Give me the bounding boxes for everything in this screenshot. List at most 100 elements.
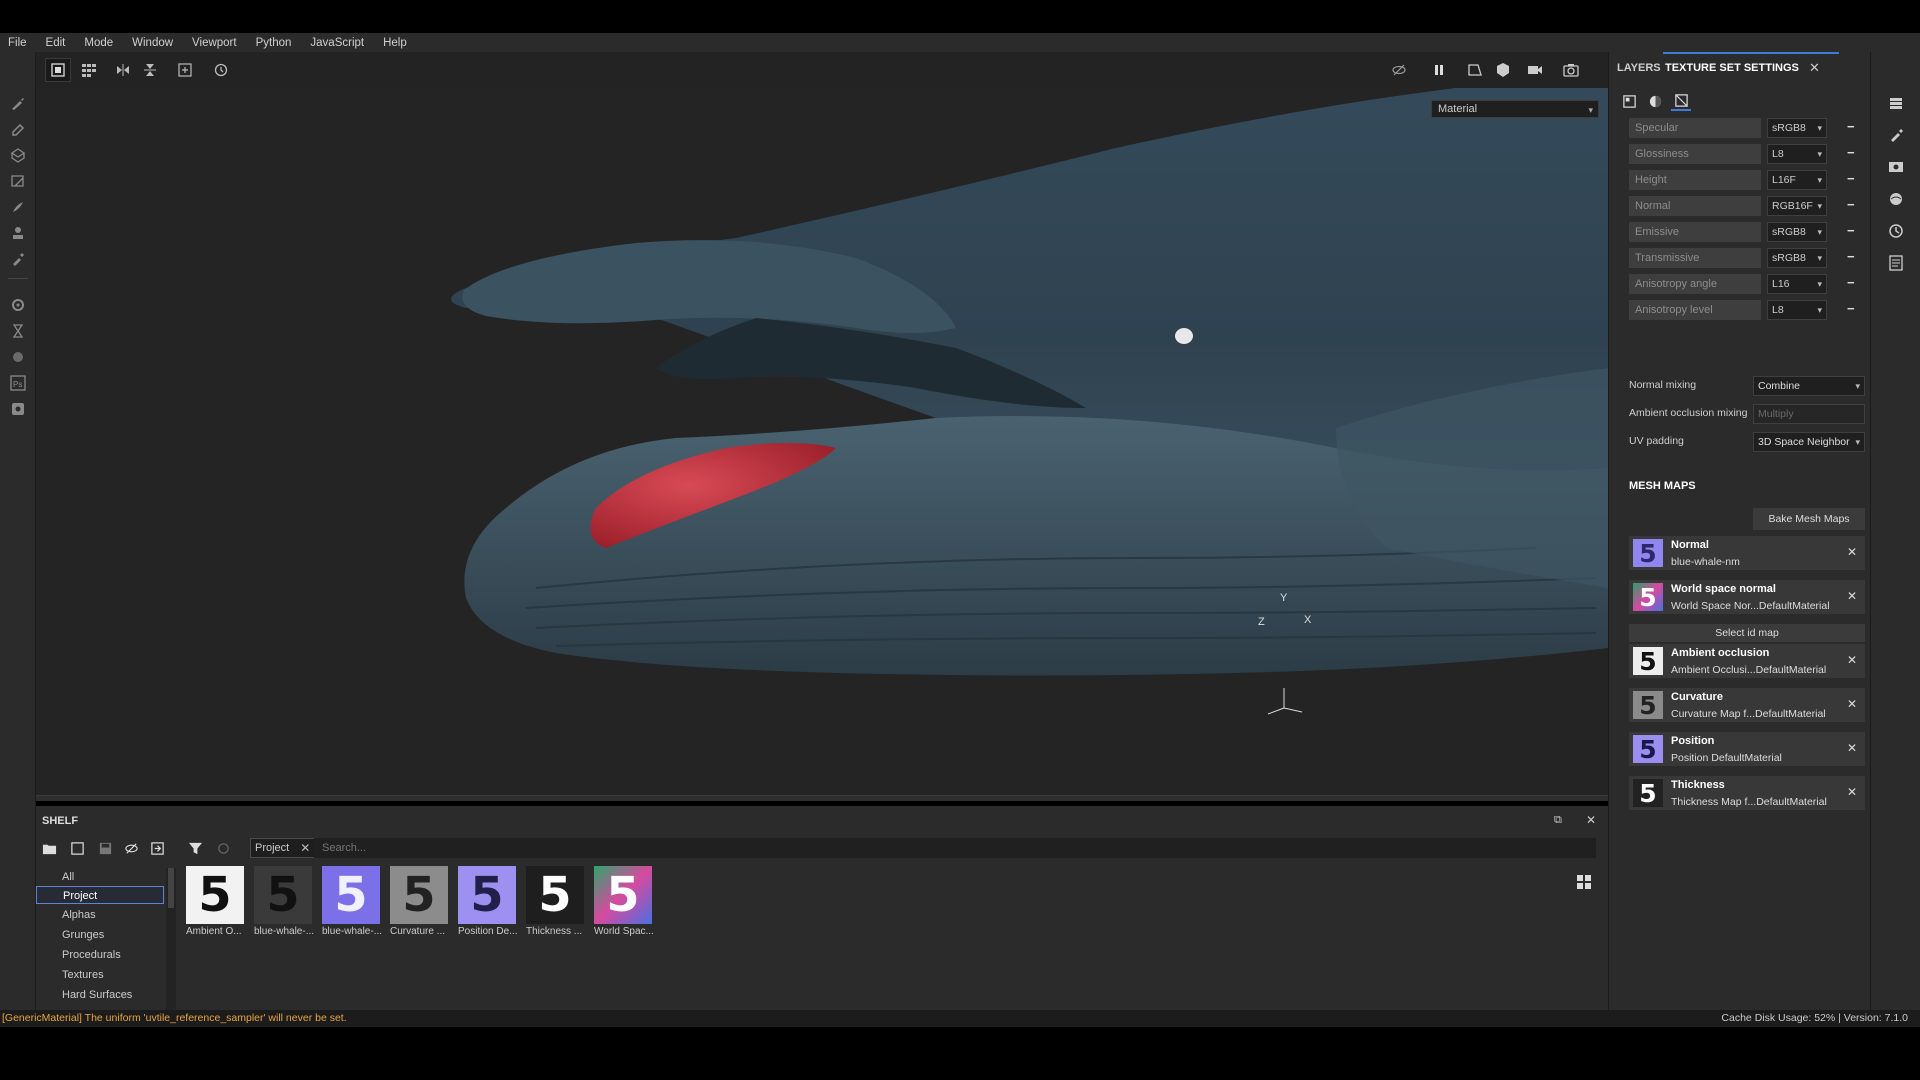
history-clock-icon[interactable] <box>1887 222 1905 240</box>
substance-icon[interactable] <box>9 348 27 366</box>
shelf-undock-icon[interactable]: ⧉ <box>1554 814 1562 827</box>
channel-format-select[interactable]: L8 ▾ <box>1767 300 1827 320</box>
filter-icon[interactable] <box>186 839 204 857</box>
normal-mixing-select[interactable]: Combine ▾ <box>1753 376 1865 396</box>
smudge-icon[interactable] <box>9 198 27 216</box>
refresh-icon[interactable] <box>214 839 232 857</box>
channel-format-select[interactable]: RGB16F ▾ <box>1767 196 1827 216</box>
hide-ui-icon[interactable] <box>1386 58 1412 82</box>
remove-map-icon[interactable]: ✕ <box>1847 741 1857 755</box>
uv-padding-select[interactable]: 3D Space Neighbor ▾ <box>1753 432 1865 452</box>
select-id-map-button[interactable]: Select id map <box>1629 624 1865 642</box>
folder-icon[interactable] <box>40 839 58 857</box>
category-textures[interactable]: Textures <box>36 966 164 984</box>
menu-window[interactable]: Window <box>132 37 173 49</box>
polygon-fill-icon[interactable] <box>9 172 27 190</box>
category-all[interactable]: All <box>36 868 164 886</box>
category-scrollbar[interactable] <box>166 868 176 1010</box>
remove-channel-button[interactable]: − <box>1847 222 1859 242</box>
eraser-icon[interactable] <box>9 120 27 138</box>
shelf-item[interactable]: 5 blue-whale-... <box>322 866 384 937</box>
remove-filter-icon[interactable]: ✕ <box>300 839 310 857</box>
grid-view-icon[interactable] <box>1576 874 1592 893</box>
layers-icon[interactable] <box>1887 94 1905 112</box>
paint-brush-icon[interactable] <box>9 94 27 112</box>
shelf-close-icon[interactable]: ✕ <box>1586 813 1596 827</box>
remove-channel-button[interactable]: − <box>1847 300 1859 320</box>
properties-brush-icon[interactable] <box>1887 126 1905 144</box>
channel-format-select[interactable]: L16 ▾ <box>1767 274 1827 294</box>
environment-icon[interactable] <box>1887 190 1905 208</box>
menu-mode[interactable]: Mode <box>84 37 113 49</box>
tab-texture-set-settings[interactable]: TEXTURE SET SETTINGS <box>1665 62 1799 74</box>
frame-selection-icon[interactable] <box>172 58 198 82</box>
tab-layers[interactable]: LAYERS <box>1617 62 1661 74</box>
material-mode-select[interactable]: Material ▾ <box>1431 100 1599 118</box>
remove-channel-button[interactable]: − <box>1847 248 1859 268</box>
remove-map-icon[interactable]: ✕ <box>1847 785 1857 799</box>
display-settings-icon[interactable] <box>1887 158 1905 176</box>
mesh-map-row[interactable]: 5 Ambient occlusion Ambient Occlusi...De… <box>1629 644 1865 678</box>
settings-gear-icon[interactable] <box>9 296 27 314</box>
save-icon[interactable] <box>96 839 114 857</box>
remove-channel-button[interactable]: − <box>1847 170 1859 190</box>
menu-file[interactable]: File <box>8 37 27 49</box>
category-project[interactable]: Project <box>36 886 164 904</box>
3d-view-icon[interactable] <box>1490 58 1516 82</box>
scrollbar-thumb[interactable] <box>168 868 174 908</box>
viewport-shelf-splitter[interactable] <box>36 795 1608 801</box>
menu-python[interactable]: Python <box>256 37 292 49</box>
symmetry-icon[interactable] <box>110 58 136 82</box>
3d-viewport[interactable]: Y X Z Material ▾ <box>36 88 1608 795</box>
history-icon[interactable] <box>208 58 234 82</box>
shader-sphere-icon[interactable] <box>1645 91 1665 111</box>
menu-edit[interactable]: Edit <box>46 37 66 49</box>
menu-help[interactable]: Help <box>383 37 407 49</box>
channel-format-select[interactable]: sRGB8 ▾ <box>1767 248 1827 268</box>
channel-format-select[interactable]: L8 ▾ <box>1767 144 1827 164</box>
shelf-item[interactable]: 5 World Spac... <box>594 866 656 937</box>
photoshop-icon[interactable]: Ps <box>9 374 27 392</box>
mesh-map-row[interactable]: 5 Curvature Curvature Map f...DefaultMat… <box>1629 688 1865 722</box>
log-icon[interactable] <box>1887 254 1905 272</box>
menu-javascript[interactable]: JavaScript <box>310 37 364 49</box>
shelf-search-input[interactable] <box>314 838 1596 858</box>
hourglass-icon[interactable] <box>9 322 27 340</box>
remove-map-icon[interactable]: ✕ <box>1847 653 1857 667</box>
remove-map-icon[interactable]: ✕ <box>1847 545 1857 559</box>
shelf-item[interactable]: 5 Position De... <box>458 866 520 937</box>
channel-format-select[interactable]: L16F ▾ <box>1767 170 1827 190</box>
channel-format-select[interactable]: sRGB8 ▾ <box>1767 118 1827 138</box>
shelf-item[interactable]: 5 Ambient O... <box>186 866 248 937</box>
uv-settings-icon[interactable] <box>1671 91 1691 111</box>
pause-icon[interactable] <box>1426 58 1452 82</box>
plugin-icon[interactable] <box>9 400 27 418</box>
close-tab-icon[interactable]: ✕ <box>1809 60 1820 76</box>
category-procedurals[interactable]: Procedurals <box>36 946 164 964</box>
bake-mesh-maps-button[interactable]: Bake Mesh Maps <box>1753 508 1865 530</box>
mesh-map-row[interactable]: 5 World space normal World Space Nor...D… <box>1629 580 1865 614</box>
shelf-item[interactable]: 5 blue-whale-... <box>254 866 316 937</box>
clone-stamp-icon[interactable] <box>9 224 27 242</box>
shelf-item[interactable]: 5 Thickness ... <box>526 866 588 937</box>
texture-set-icon[interactable] <box>1619 91 1639 111</box>
channel-format-select[interactable]: sRGB8 ▾ <box>1767 222 1827 242</box>
category-alphas[interactable]: Alphas <box>36 906 164 924</box>
category-grunges[interactable]: Grunges <box>36 926 164 944</box>
2d-view-icon[interactable] <box>1462 58 1488 82</box>
remove-channel-button[interactable]: − <box>1847 196 1859 216</box>
selection-mode-icon[interactable] <box>45 58 71 82</box>
menu-viewport[interactable]: Viewport <box>192 37 237 49</box>
hide-icon[interactable] <box>122 839 140 857</box>
mesh-map-row[interactable]: 5 Position Position DefaultMaterial ✕ <box>1629 732 1865 766</box>
symmetry-vertical-icon[interactable] <box>137 58 163 82</box>
remove-channel-button[interactable]: − <box>1847 118 1859 138</box>
grid-tiles-icon[interactable] <box>76 58 102 82</box>
remove-map-icon[interactable]: ✕ <box>1847 589 1857 603</box>
new-item-icon[interactable] <box>68 839 86 857</box>
screenshot-icon[interactable] <box>1558 58 1584 82</box>
remove-channel-button[interactable]: − <box>1847 144 1859 164</box>
camera-icon[interactable] <box>1522 58 1548 82</box>
remove-channel-button[interactable]: − <box>1847 274 1859 294</box>
project-filter-chip[interactable]: Project ✕ <box>250 838 317 858</box>
